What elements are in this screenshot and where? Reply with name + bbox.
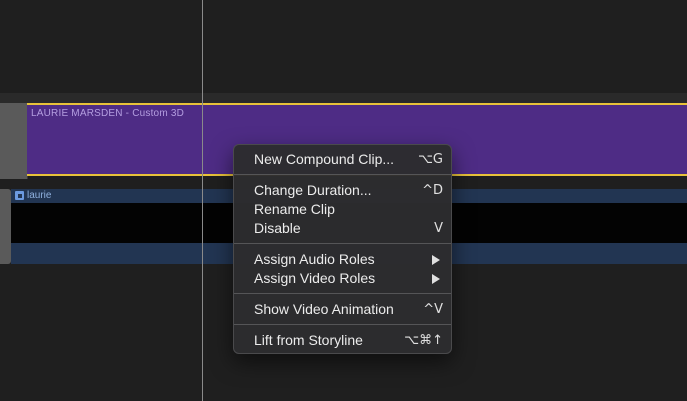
menu-separator xyxy=(234,293,451,294)
clip-edge-left[interactable] xyxy=(0,103,28,179)
menu-item-change-duration[interactable]: Change Duration... ^D xyxy=(234,181,451,200)
playhead[interactable] xyxy=(202,0,203,401)
menu-item-shortcut: ⌥G xyxy=(417,152,443,167)
menu-item-show-video-animation[interactable]: Show Video Animation ^V xyxy=(234,300,451,319)
context-menu: New Compound Clip... ⌥G Change Duration.… xyxy=(233,144,452,354)
menu-separator xyxy=(234,324,451,325)
menu-item-label: Change Duration... xyxy=(254,182,372,198)
menu-item-label: Assign Audio Roles xyxy=(254,251,375,267)
menu-item-label: Disable xyxy=(254,220,301,236)
submenu-arrow-icon xyxy=(432,274,440,284)
menu-item-lift-from-storyline[interactable]: Lift from Storyline ⌥⌘↑ xyxy=(234,331,451,350)
menu-item-new-compound-clip[interactable]: New Compound Clip... ⌥G xyxy=(234,150,451,169)
menu-item-label: Show Video Animation xyxy=(254,301,394,317)
menu-item-shortcut: ^D xyxy=(422,183,443,198)
menu-item-shortcut: V xyxy=(434,221,443,236)
timeline[interactable]: LAURIE MARSDEN - Custom 3D laurie New Co… xyxy=(0,0,687,401)
menu-item-disable[interactable]: Disable V xyxy=(234,219,451,238)
menu-item-label: Assign Video Roles xyxy=(254,270,376,286)
menu-item-shortcut: ⌥⌘↑ xyxy=(404,333,443,348)
menu-item-label: Lift from Storyline xyxy=(254,332,363,348)
menu-separator xyxy=(234,174,451,175)
clip-icon xyxy=(15,191,24,200)
menu-item-assign-audio-roles[interactable]: Assign Audio Roles xyxy=(234,250,451,269)
menu-item-label: Rename Clip xyxy=(254,201,335,217)
clip-edge-left-lower[interactable] xyxy=(0,189,11,264)
title-clip-label: LAURIE MARSDEN - Custom 3D xyxy=(31,108,185,119)
submenu-arrow-icon xyxy=(432,255,440,265)
menu-item-assign-video-roles[interactable]: Assign Video Roles xyxy=(234,269,451,288)
menu-item-rename-clip[interactable]: Rename Clip xyxy=(234,200,451,219)
menu-separator xyxy=(234,243,451,244)
track-band xyxy=(0,93,687,103)
menu-item-label: New Compound Clip... xyxy=(254,151,395,167)
menu-item-shortcut: ^V xyxy=(423,302,443,317)
video-clip-label: laurie xyxy=(27,190,52,201)
